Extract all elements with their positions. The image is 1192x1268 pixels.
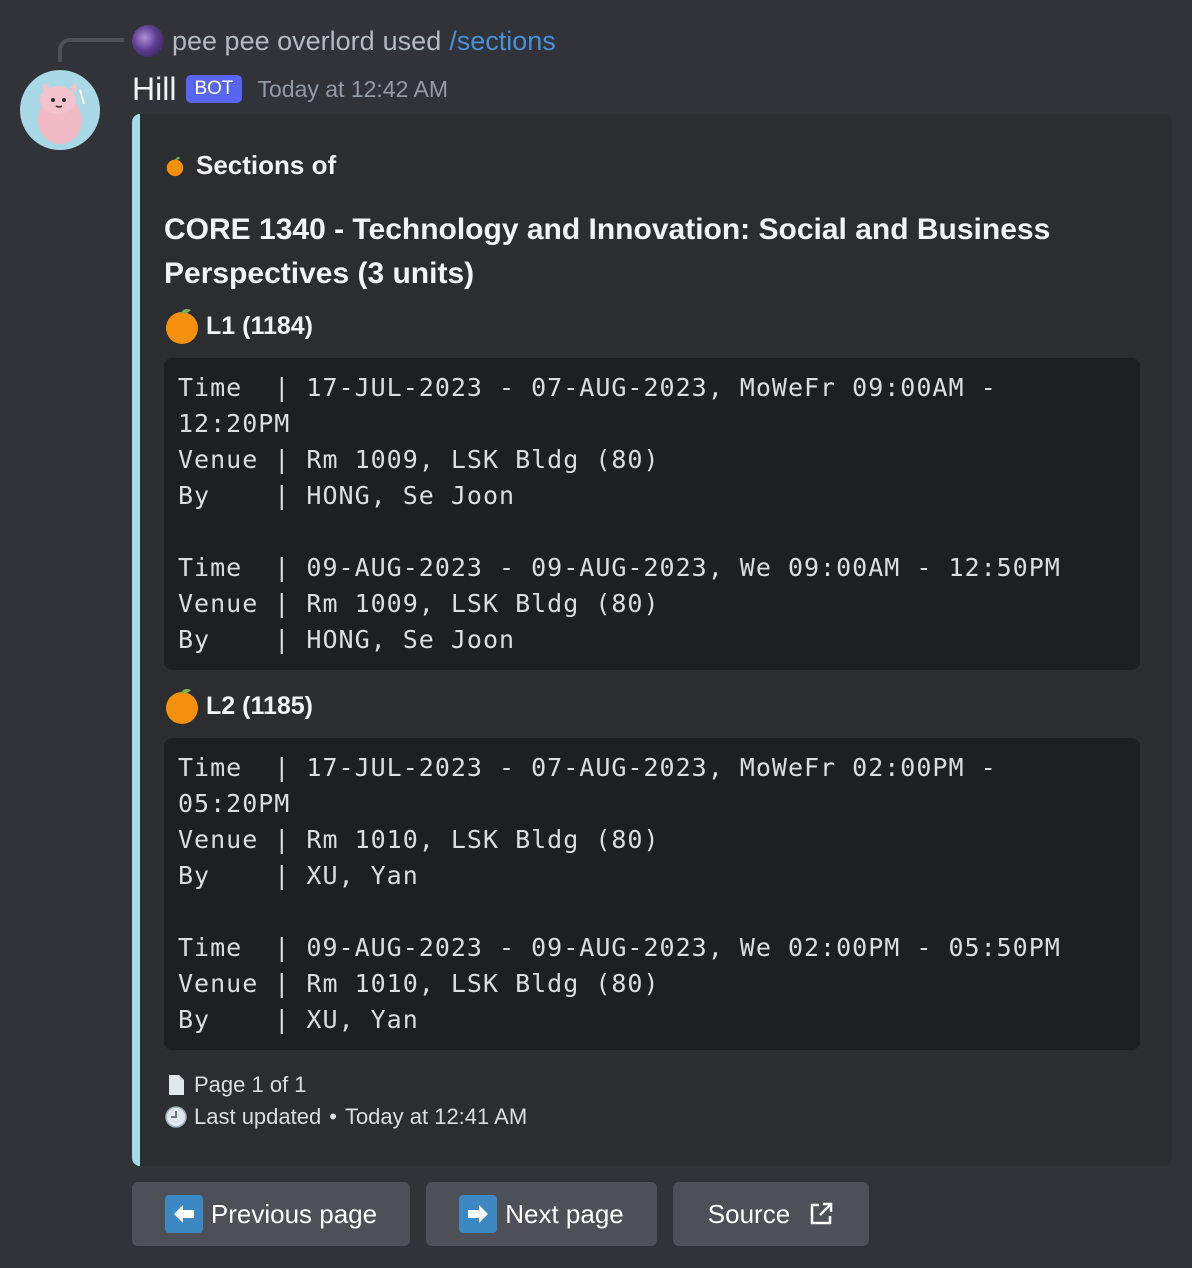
external-link-icon: [810, 1202, 833, 1225]
bot-badge: BOT: [186, 75, 242, 103]
command-user-name[interactable]: pee pee overlord: [172, 26, 375, 57]
code-line: Venue | Rm 1010, LSK Bldg (80): [178, 969, 660, 998]
tangerine-icon: [166, 156, 184, 176]
code-block-l2: Time | 17-JUL-2023 - 07-AUG-2023, MoWeFr…: [164, 738, 1140, 1050]
author-name[interactable]: Hill: [132, 71, 176, 108]
footer-separator: •: [329, 1104, 337, 1129]
field-name-l2-text: L2 (1185): [206, 691, 314, 720]
command-invocation-line: pee pee overlord used /sections: [132, 22, 556, 60]
field-name-l1: L1 (1184): [164, 308, 313, 344]
code-line: Time | 09-AUG-2023 - 09-AUG-2023, We 09:…: [178, 553, 1061, 582]
code-line: By | XU, Yan: [178, 861, 419, 890]
code-line: Venue | Rm 1010, LSK Bldg (80): [178, 825, 660, 854]
tangerine-icon: [166, 309, 198, 344]
bot-message: pee pee overlord used /sections Hill BOT…: [0, 0, 1192, 1268]
code-line: Time | 17-JUL-2023 - 07-AUG-2023, MoWeFr…: [178, 753, 997, 782]
previous-page-label: Previous page: [210, 1198, 378, 1229]
previous-page-button[interactable]: Previous page: [132, 1182, 410, 1246]
command-reply-spine: [58, 38, 124, 62]
last-updated-label: Last updated: [194, 1104, 322, 1129]
page-info-text: Page 1 of 1: [194, 1072, 307, 1097]
field-name-l2: L2 (1185): [164, 688, 313, 724]
page-facing-up-icon: [169, 1075, 184, 1095]
command-user-avatar[interactable]: [132, 25, 164, 57]
code-line: Time | 17-JUL-2023 - 07-AUG-2023, MoWeFr…: [178, 373, 997, 402]
code-line: Venue | Rm 1009, LSK Bldg (80): [178, 445, 660, 474]
clock-icon: [165, 1106, 187, 1128]
tangerine-icon: [166, 689, 198, 724]
code-line: By | XU, Yan: [178, 1005, 419, 1034]
code-line: By | HONG, Se Joon: [178, 481, 516, 510]
code-line: Time | 09-AUG-2023 - 09-AUG-2023, We 02:…: [178, 933, 1061, 962]
field-name-l1-text: L1 (1184): [206, 311, 314, 340]
source-link-button[interactable]: Source: [673, 1182, 869, 1246]
code-line: By | HONG, Se Joon: [178, 625, 516, 654]
code-line: 12:20PM: [178, 409, 291, 438]
message-timestamp[interactable]: Today at 12:42 AM: [258, 76, 449, 103]
command-used-text: used: [382, 25, 442, 56]
right-arrow-icon: [459, 1195, 498, 1233]
embed-author: Sections of: [164, 150, 336, 181]
embed-author-text: Sections of: [196, 150, 337, 180]
code-line: 05:20PM: [178, 789, 291, 818]
embed-last-updated: Last updated • Today at 12:41 AM: [164, 1104, 527, 1130]
next-page-label: Next page: [505, 1198, 624, 1229]
next-page-button[interactable]: Next page: [426, 1182, 657, 1246]
last-updated-time: Today at 12:41 AM: [344, 1104, 528, 1129]
command-name-link[interactable]: /sections: [449, 26, 556, 57]
embed-title: CORE 1340 - Technology and Innovation: S…: [164, 213, 1051, 290]
embed-page-info: Page 1 of 1: [164, 1072, 307, 1098]
code-block-l1: Time | 17-JUL-2023 - 07-AUG-2023, MoWeFr…: [164, 358, 1140, 670]
source-label: Source: [707, 1198, 791, 1229]
left-arrow-icon: [164, 1195, 203, 1233]
message-header: Hill BOT Today at 12:42 AM: [132, 68, 448, 110]
author-avatar[interactable]: [20, 70, 100, 150]
code-line: Venue | Rm 1009, LSK Bldg (80): [178, 589, 660, 618]
sections-embed: Sections of CORE 1340 - Technology and I…: [132, 114, 1172, 1166]
